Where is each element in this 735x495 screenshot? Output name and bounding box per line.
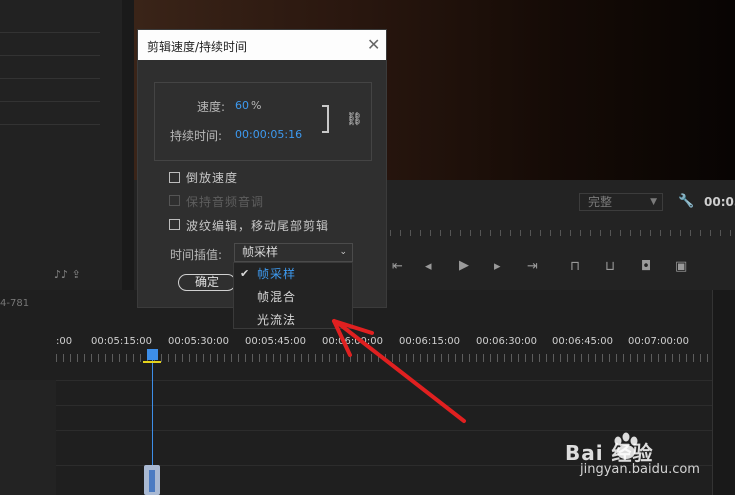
watermark-url: jingyan.baidu.com xyxy=(580,462,700,477)
annotation-arrow xyxy=(332,319,466,423)
